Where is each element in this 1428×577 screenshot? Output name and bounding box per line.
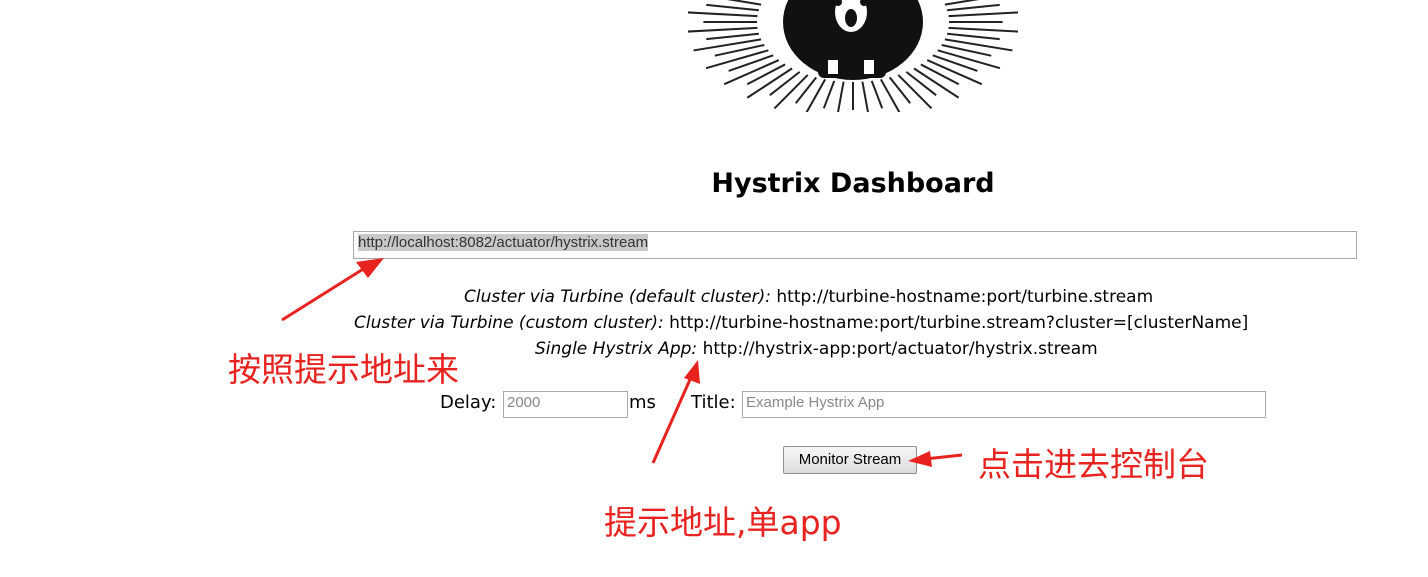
hint-url: http://turbine-hostname:port/turbine.str… [669, 313, 1249, 333]
red-arrow-icon [281, 258, 384, 322]
delay-label: Delay: [440, 392, 497, 413]
ms-label: ms [629, 392, 656, 413]
hint-label: Cluster via Turbine (custom cluster): [354, 313, 664, 333]
hint-url: http://turbine-hostname:port/turbine.str… [776, 287, 1154, 307]
title-label: Title: [691, 392, 736, 413]
monitor-stream-button[interactable]: Monitor Stream [783, 446, 917, 474]
annotation-note-address: 按照提示地址来 [228, 350, 459, 389]
hint-default-cluster: Cluster via Turbine (default cluster): h… [464, 287, 1153, 307]
delay-input[interactable]: 2000 [503, 391, 628, 418]
hint-label: Single Hystrix App: [535, 339, 698, 359]
annotation-note-console: 点击进去控制台 [978, 445, 1209, 484]
hint-custom-cluster: Cluster via Turbine (custom cluster): ht… [354, 313, 1248, 333]
stream-url-value: http://localhost:8082/actuator/hystrix.s… [358, 234, 649, 251]
hystrix-logo-icon [688, 0, 1018, 112]
annotation-note-single-app: 提示地址,单app [604, 503, 842, 542]
stream-url-input[interactable]: http://localhost:8082/actuator/hystrix.s… [353, 231, 1357, 259]
hint-single-app: Single Hystrix App: http://hystrix-app:p… [535, 339, 1098, 359]
page-title: Hystrix Dashboard [711, 168, 995, 199]
hint-label: Cluster via Turbine (default cluster): [464, 287, 771, 307]
title-input[interactable]: Example Hystrix App [742, 391, 1266, 418]
hint-url: http://hystrix-app:port/actuator/hystrix… [702, 339, 1098, 359]
